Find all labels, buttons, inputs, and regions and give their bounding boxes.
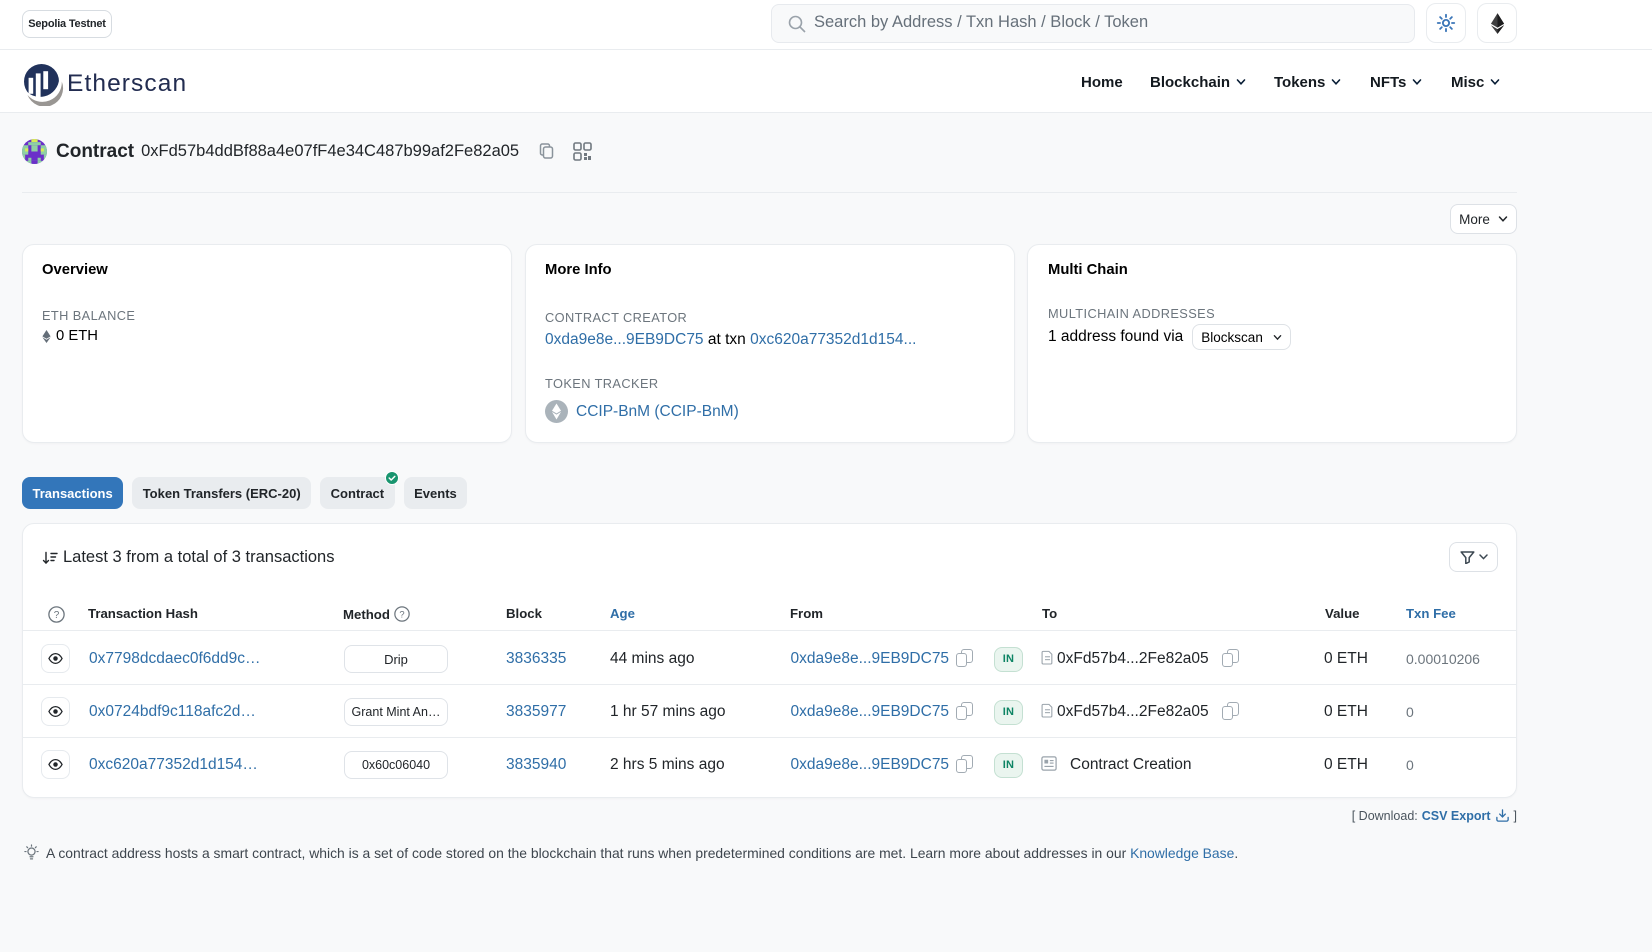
svg-text:?: ? [54,610,60,621]
svg-text:?: ? [399,608,404,619]
